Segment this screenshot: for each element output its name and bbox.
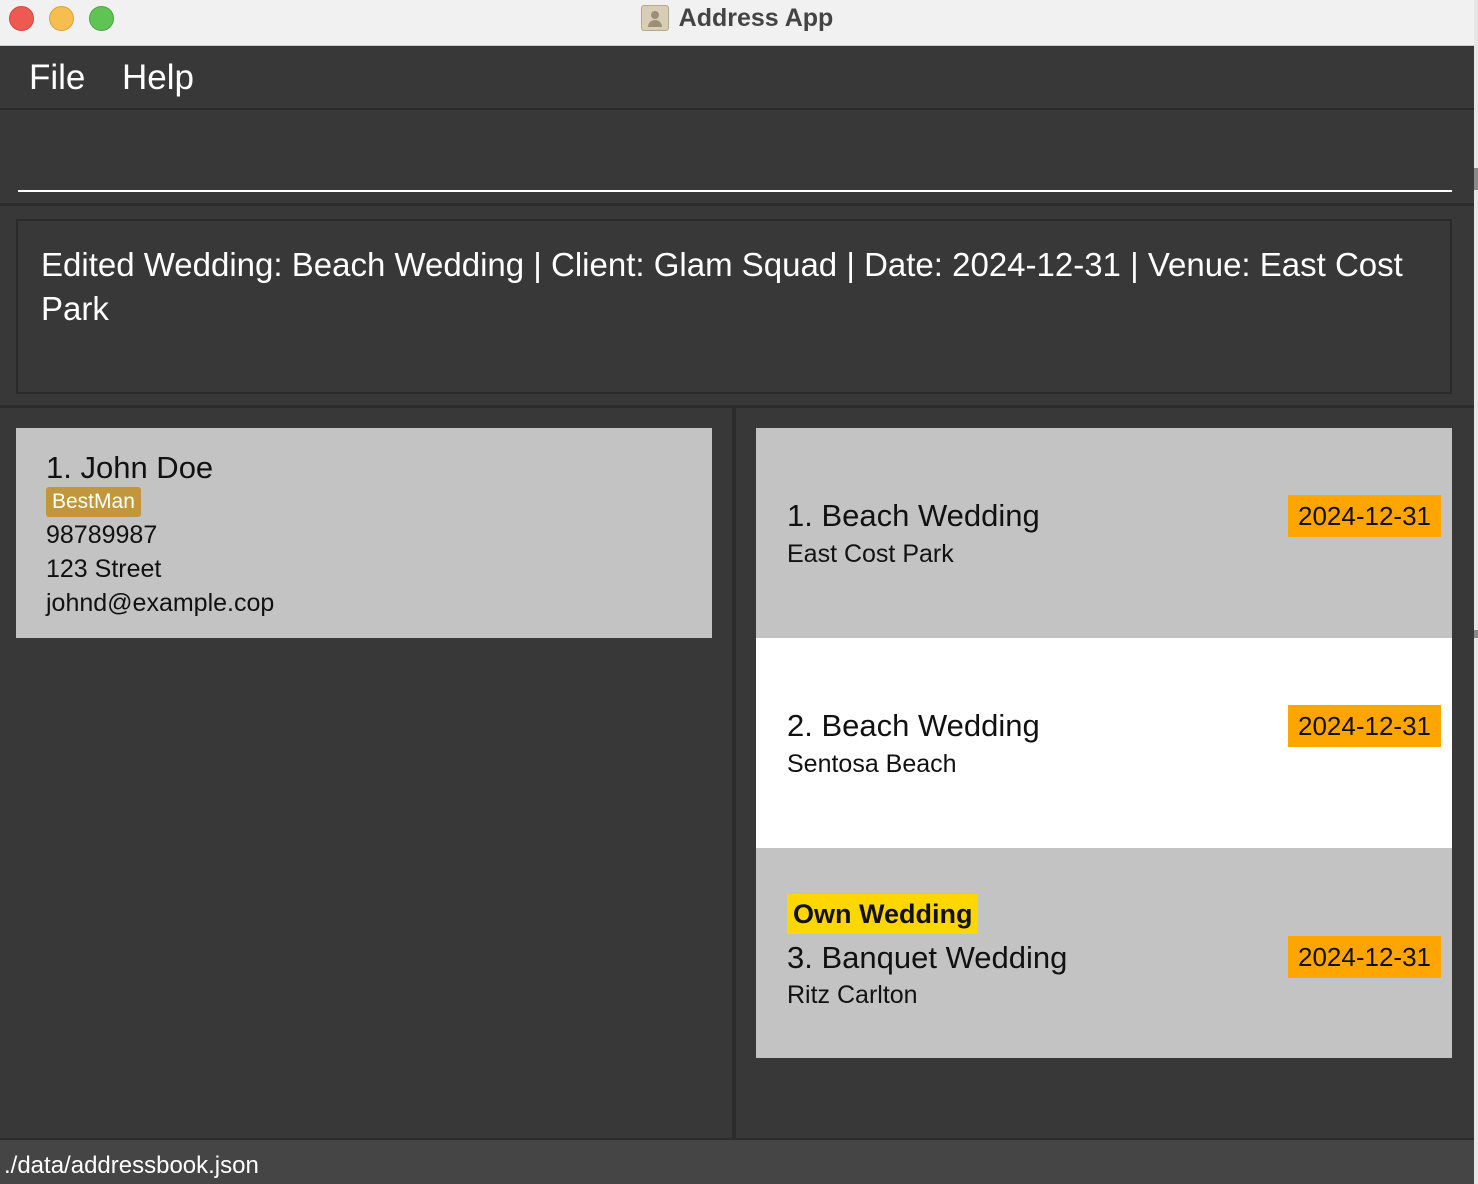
wedding-card[interactable]: 1. Beach Wedding East Cost Park 2024-12-… [756,428,1452,638]
panel-splitter[interactable] [732,408,736,1138]
wedding-date-badge: 2024-12-31 [1288,936,1441,978]
background-window-edge [1474,630,1478,638]
window-title-group: Address App [0,2,1474,34]
wedding-venue: East Cost Park [787,540,954,568]
wedding-venue: Ritz Carlton [787,981,918,1009]
person-card[interactable]: 1. John Doe BestMan 98789987 123 Street … [16,428,712,638]
wedding-card[interactable]: Own Wedding 3. Banquet Wedding Ritz Carl… [756,848,1452,1058]
section-divider [0,405,1474,408]
title-bar: Address App [0,0,1474,46]
command-box [0,112,1474,206]
window-title: Address App [678,3,834,32]
wedding-date-badge: 2024-12-31 [1288,705,1441,747]
wedding-card-selected[interactable]: 2. Beach Wedding Sentosa Beach 2024-12-3… [756,638,1452,848]
result-message: Edited Wedding: Beach Wedding | Client: … [41,246,1403,327]
person-address: 123 Street [46,555,162,583]
status-bar: ./data/addressbook.json [0,1138,1474,1184]
address-book-icon [640,5,669,31]
wedding-venue: Sentosa Beach [787,750,957,778]
menu-bar: File Help [0,47,1474,110]
person-email: johnd@example.cop [46,589,275,617]
person-tag: BestMan [46,487,141,517]
person-name: 1. John Doe [46,450,214,485]
menu-help[interactable]: Help [122,58,194,98]
address-app-window: Address App File Help Edited Wedding: Be… [0,0,1474,1184]
own-wedding-tag: Own Wedding [787,894,979,934]
wedding-title: 1. Beach Wedding [787,498,1040,533]
wedding-date-badge: 2024-12-31 [1288,495,1441,537]
wedding-title: 3. Banquet Wedding [787,940,1068,975]
save-location-path: ./data/addressbook.json [4,1152,259,1179]
result-display: Edited Wedding: Beach Wedding | Client: … [16,219,1452,394]
person-phone: 98789987 [46,521,158,549]
background-window-edge [1474,168,1478,190]
wedding-title: 2. Beach Wedding [787,708,1040,743]
menu-file[interactable]: File [29,58,85,98]
command-input[interactable] [18,112,1452,192]
desktop-background [1474,0,1478,1184]
